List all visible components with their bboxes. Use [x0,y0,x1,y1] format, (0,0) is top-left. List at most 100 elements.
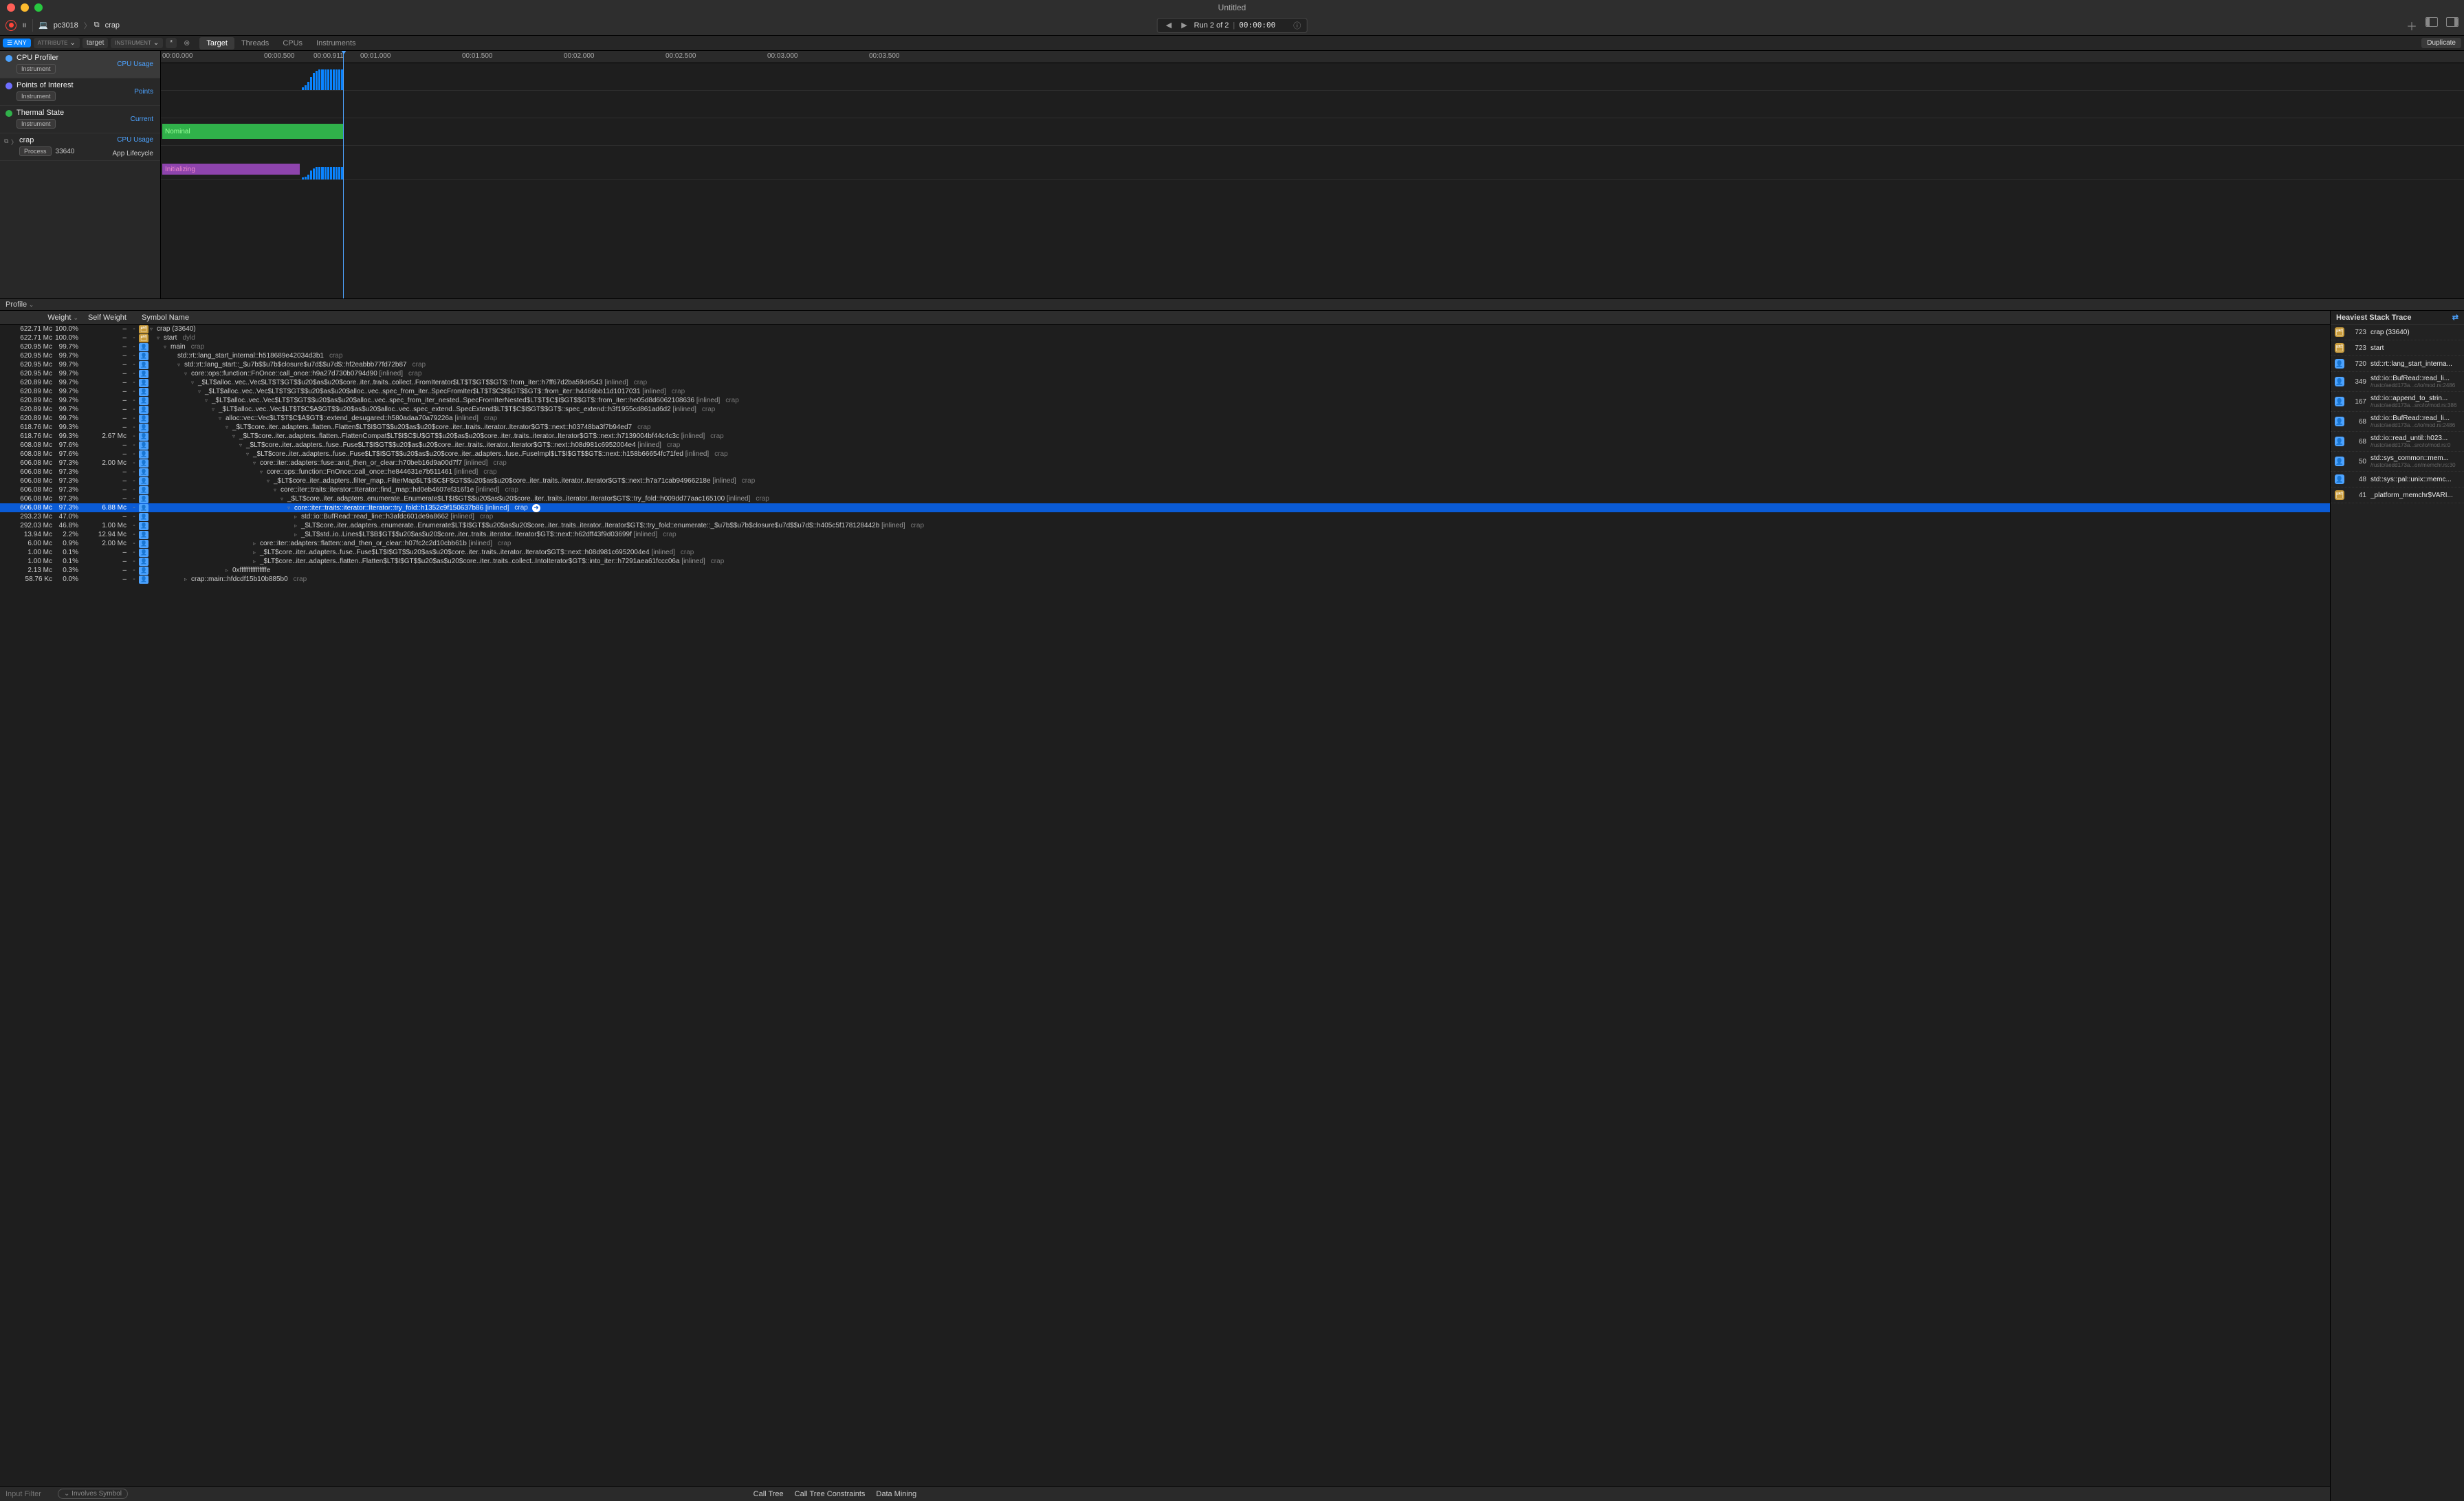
time-ruler[interactable]: 00:00.00000:00.50000:00.91100:01.00000:0… [161,51,2464,63]
disclosure-icon[interactable]: ▹ [253,558,258,565]
disclosure-icon[interactable]: ▿ [239,442,245,448]
goto-icon[interactable]: ➜ [532,504,540,512]
table-row[interactable]: 620.95 Mc99.7%–-👤▿std::rt::lang_start::_… [0,360,2330,369]
tab-threads[interactable]: Threads [234,37,276,50]
add-instrument-button[interactable]: ＋ [2406,17,2417,34]
disclosure-icon[interactable]: ▿ [274,487,279,493]
clear-filter-icon[interactable]: ⊗ [184,39,190,47]
table-row[interactable]: 620.95 Mc99.7%–-👤▿maincrap [0,342,2330,351]
column-symbol[interactable]: Symbol Name [131,314,2330,322]
table-row[interactable]: 606.08 Mc97.3%6.88 Mc-👤▿core::iter::trai… [0,503,2330,512]
stack-trace-item[interactable]: 👤349std::io::BufRead::read_li.../rustc/a… [2331,372,2464,392]
timeline-lanes[interactable]: 00:00.00000:00.50000:00.91100:01.00000:0… [161,51,2464,298]
filter-attribute[interactable]: ATTRIBUTE ⌄ [34,38,80,48]
disclosure-icon[interactable]: ▿ [226,424,231,430]
disclosure-icon[interactable]: ▿ [253,460,258,466]
lane-thermal[interactable]: Nominal [161,118,2464,146]
close-button[interactable] [7,3,15,12]
track-item[interactable]: ⧉〉crapProcess33640CPU UsageApp Lifecycle [0,133,160,161]
disclosure-icon[interactable]: ▹ [294,532,300,538]
stack-trace-item[interactable]: 🗂723start [2331,340,2464,356]
disclosure-icon[interactable]: ▿ [212,406,217,413]
table-row[interactable]: 2.13 Mc0.3%–-👤▹0xfffffffffffffffe [0,566,2330,575]
table-row[interactable]: 620.89 Mc99.7%–-👤▿alloc::vec::Vec$LT$T$C… [0,414,2330,423]
column-weight[interactable]: Weight ⌄ [0,314,82,322]
disclosure-icon[interactable]: ▿ [219,415,224,421]
table-row[interactable]: 606.08 Mc97.3%–-👤▿core::ops::function::F… [0,468,2330,476]
filter-instrument[interactable]: INSTRUMENT ⌄ [111,38,163,48]
disclosure-icon[interactable]: ▿ [198,388,204,395]
table-row[interactable]: 620.89 Mc99.7%–-👤▿_$LT$alloc..vec..Vec$L… [0,387,2330,396]
lane-cpu-profiler[interactable] [161,63,2464,91]
table-row[interactable]: 622.71 Mc100.0%–-🗂▿startdyld [0,333,2330,342]
table-row[interactable]: 6.00 Mc0.9%2.00 Mc-👤▹core::iter::adapter… [0,539,2330,548]
track-item[interactable]: Points of InterestInstrumentPoints [0,78,160,106]
stack-trace-item[interactable]: 👤48std::sys::pal::unix::memc... [2331,472,2464,487]
table-row[interactable]: 606.08 Mc97.3%–-👤▿core::iter::traits::it… [0,485,2330,494]
disclosure-icon[interactable]: ▿ [164,344,169,350]
disclosure-icon[interactable]: ▹ [184,576,190,582]
table-row[interactable]: 292.03 Mc46.8%1.00 Mc-👤▹_$LT$core..iter.… [0,521,2330,530]
table-row[interactable]: 293.23 Mc47.0%–-👤▹std::io::BufRead::read… [0,512,2330,521]
disclosure-icon[interactable]: ▿ [157,335,162,341]
toggle-left-panel-button[interactable] [2426,17,2438,27]
stack-trace-item[interactable]: 👤68std::io::BufRead::read_li.../rustc/ae… [2331,412,2464,432]
table-row[interactable]: 608.08 Mc97.6%–-👤▿_$LT$core..iter..adapt… [0,450,2330,459]
disclosure-icon[interactable]: ▿ [191,380,197,386]
filter-star[interactable]: * [166,38,177,48]
filter-any-pill[interactable]: ☰ ANY [3,39,31,47]
toggle-right-panel-button[interactable] [2446,17,2458,27]
tab-target[interactable]: Target [199,37,234,50]
stack-trace-item[interactable]: 👤68std::io::read_until::h023.../rustc/ae… [2331,432,2464,452]
disclosure-icon[interactable]: ▿ [260,469,265,475]
disclosure-icon[interactable]: ▿ [205,397,210,404]
disclosure-icon[interactable]: ▿ [150,326,155,332]
stack-trace-item[interactable]: 👤720std::rt::lang_start_interna... [2331,356,2464,372]
duplicate-button[interactable]: Duplicate [2421,38,2461,48]
zoom-button[interactable] [34,3,43,12]
disclosure-icon[interactable]: ⧉ [4,138,8,145]
stack-trace-item[interactable]: 👤50std::sys_common::mem.../rustc/aedd173… [2331,452,2464,472]
disclosure-icon[interactable]: ▿ [267,478,272,484]
prev-run-button[interactable]: ◀ [1163,21,1174,30]
next-run-button[interactable]: ▶ [1178,21,1189,30]
tab-cpus[interactable]: CPUs [276,37,309,50]
track-item[interactable]: CPU ProfilerInstrumentCPU Usage [0,51,160,78]
disclosure-icon[interactable]: ▿ [287,505,293,511]
table-row[interactable]: 622.71 Mc100.0%–-🗂▿crap (33640) [0,325,2330,333]
disclosure-icon[interactable]: ▹ [253,540,258,547]
column-self-weight[interactable]: Self Weight [82,314,131,322]
lane-points-of-interest[interactable] [161,91,2464,118]
stack-trace-item[interactable]: 👤167std::io::append_to_strin.../rustc/ae… [2331,392,2464,412]
disclosure-icon[interactable]: ▹ [253,549,258,556]
chevron-right-icon[interactable]: 〉 [11,138,17,146]
rpanel-toggle-icon[interactable]: ⇄ [2452,313,2458,322]
disclosure-icon[interactable]: ▿ [232,433,238,439]
disclosure-icon[interactable]: ▿ [246,451,252,457]
table-row[interactable]: 620.89 Mc99.7%–-👤▿_$LT$alloc..vec..Vec$L… [0,405,2330,414]
disclosure-icon[interactable]: ▹ [294,514,300,520]
disclosure-icon[interactable]: ▿ [184,371,190,377]
table-row[interactable]: 620.95 Mc99.7%–-👤std::rt::lang_start_int… [0,351,2330,360]
target-breadcrumb[interactable]: 💻 pc3018 〉 ⧉ crap [38,20,122,31]
disclosure-icon[interactable]: ▹ [294,523,300,529]
lane-process[interactable]: Initializing [161,146,2464,180]
table-row[interactable]: 620.89 Mc99.7%–-👤▿_$LT$alloc..vec..Vec$L… [0,378,2330,387]
option-call-tree[interactable]: Call Tree [754,1490,784,1498]
track-item[interactable]: Thermal StateInstrumentCurrent [0,106,160,133]
table-row[interactable]: 618.76 Mc99.3%–-👤▿_$LT$core..iter..adapt… [0,423,2330,432]
disclosure-icon[interactable]: ▿ [177,362,183,368]
table-row[interactable]: 58.76 Kc0.0%–-👤▹crap::main::hfdcdf15b10b… [0,575,2330,584]
record-button[interactable] [6,20,16,31]
involves-symbol-chip[interactable]: ⌄ Involves Symbol [58,1489,128,1499]
table-row[interactable]: 618.76 Mc99.3%2.67 Mc-👤▿_$LT$core..iter.… [0,432,2330,441]
playhead[interactable] [343,51,344,298]
minimize-button[interactable] [21,3,29,12]
call-tree-body[interactable]: 622.71 Mc100.0%–-🗂▿crap (33640)622.71 Mc… [0,325,2330,1486]
filter-target[interactable]: target [82,38,109,48]
table-row[interactable]: 13.94 Mc2.2%12.94 Mc-👤▹_$LT$std..io..Lin… [0,530,2330,539]
stack-trace-item[interactable]: 🗂41_platform_memchr$VARI... [2331,487,2464,503]
disclosure-icon[interactable]: ▿ [280,496,286,502]
table-row[interactable]: 606.08 Mc97.3%2.00 Mc-👤▿core::iter::adap… [0,459,2330,468]
disclosure-icon[interactable]: ▹ [226,567,231,573]
